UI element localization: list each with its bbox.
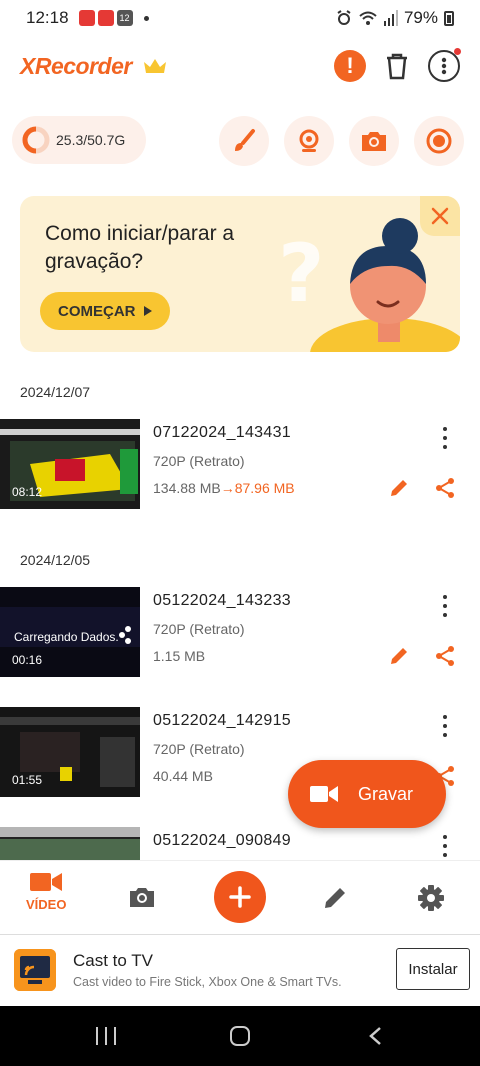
share-icon[interactable] [434, 645, 456, 667]
loading-text: Carregando Dados. [14, 630, 119, 644]
record-fab-label: Gravar [358, 783, 414, 804]
notification-badge [454, 48, 461, 55]
storage-text: 25.3/50.7G [56, 132, 126, 148]
nav-videos[interactable]: VÍDEO [26, 871, 66, 912]
recording-size: 40.44 MB [153, 768, 213, 784]
thumbnail-image [0, 827, 140, 860]
recording-item[interactable]: Carregando Dados. 00:16 05122024_143233 … [0, 587, 480, 677]
recording-name: 05122024_142915 [153, 712, 291, 729]
notification-icon [78, 10, 95, 26]
bottom-nav: VÍDEO [0, 860, 480, 932]
ad-subtitle: Cast video to Fire Stick, Xbox One & Sma… [73, 975, 342, 989]
video-camera-icon [30, 873, 63, 891]
alert-icon[interactable]: ! [334, 50, 366, 82]
edit-icon[interactable] [388, 645, 410, 667]
recording-resolution: 720P (Retrato) [153, 741, 245, 757]
app-header: XRecorder ! [0, 42, 480, 90]
alert-glyph: ! [346, 53, 354, 78]
video-thumbnail[interactable]: Carregando Dados. 00:16 [0, 587, 140, 677]
app-logo: XRecorder [20, 52, 132, 79]
quick-actions-row: 25.3/50.7G [0, 112, 480, 168]
ad-title: Cast to TV [73, 951, 153, 970]
back-icon[interactable] [368, 1026, 382, 1046]
brush-icon[interactable] [219, 116, 269, 166]
notification-icon [97, 10, 114, 26]
recording-resolution: 720P (Retrato) [153, 453, 245, 469]
home-icon[interactable] [230, 1026, 250, 1046]
close-icon[interactable] [420, 196, 460, 236]
start-button[interactable]: COMEÇAR [40, 292, 170, 330]
header-actions: ! [334, 48, 461, 83]
recording-size: 134.88 MB→87.96 MB [153, 480, 295, 496]
video-thumbnail[interactable] [0, 827, 140, 860]
more-icon[interactable] [440, 427, 450, 449]
screenshot-icon[interactable] [349, 116, 399, 166]
trash-icon[interactable] [380, 49, 414, 83]
install-button[interactable]: Instalar [396, 948, 470, 990]
svg-text:?: ? [278, 227, 324, 320]
cast-app-icon [14, 949, 56, 991]
ad-banner[interactable]: Cast to TV Cast video to Fire Stick, Xbo… [0, 934, 480, 1006]
banner-title: Como iniciar/parar a gravação? [45, 222, 235, 273]
plus-icon [229, 886, 251, 908]
status-bar: 12:18 12 79% [0, 0, 480, 36]
screen: 12:18 12 79% XRecorder ! 25.3/50.7G ? Co… [0, 0, 480, 1066]
add-button[interactable] [214, 871, 266, 923]
video-duration: 00:16 [12, 653, 43, 667]
start-button-label: COMEÇAR [58, 302, 136, 320]
recording-size: 1.15 MB [153, 648, 206, 664]
nav-edit[interactable] [322, 885, 348, 911]
recording-resolution: 720P (Retrato) [153, 621, 245, 637]
calendar-icon: 12 [116, 10, 133, 26]
compress-arrow-icon: → [220, 480, 235, 496]
video-thumbnail[interactable]: 08:12 [0, 419, 140, 509]
storage-ring-icon [22, 126, 50, 154]
more-icon[interactable] [440, 715, 450, 737]
status-right: 79% [336, 8, 454, 28]
video-thumbnail[interactable]: 01:55 [0, 707, 140, 797]
pencil-icon [325, 888, 345, 908]
more-icon[interactable] [428, 48, 461, 82]
crown-icon[interactable] [142, 56, 168, 76]
video-duration: 01:55 [12, 773, 43, 787]
system-nav-bar [0, 1006, 480, 1066]
compressed-size: 87.96 MB [234, 480, 295, 496]
camera-icon [130, 888, 154, 907]
tutorial-banner[interactable]: ? Como iniciar/parar a gravação? COMEÇAR [20, 196, 460, 352]
edit-icon[interactable] [388, 477, 410, 499]
more-icon[interactable] [440, 835, 450, 857]
video-duration: 08:12 [12, 485, 43, 499]
share-icon[interactable] [434, 477, 456, 499]
recording-name: 05122024_090849 [153, 832, 291, 849]
video-camera-icon [310, 786, 338, 802]
facecam-icon[interactable] [284, 116, 334, 166]
recording-name: 05122024_143233 [153, 592, 291, 609]
more-notifications-dot [143, 15, 149, 21]
play-icon [143, 306, 152, 316]
recents-icon[interactable] [96, 1027, 116, 1045]
battery-icon [444, 10, 454, 26]
gear-icon [418, 885, 444, 911]
record-fab[interactable]: Gravar [288, 760, 446, 828]
recording-name: 07122024_143431 [153, 424, 291, 441]
nav-videos-label: VÍDEO [26, 897, 67, 912]
date-header: 2024/12/05 [20, 552, 91, 568]
date-header: 2024/12/07 [20, 384, 91, 400]
nav-screenshots[interactable] [128, 885, 156, 909]
alarm-icon [337, 10, 351, 25]
record-dot-icon[interactable] [414, 116, 464, 166]
storage-chip[interactable]: 25.3/50.7G [12, 116, 146, 164]
nav-settings[interactable] [417, 884, 445, 912]
more-icon[interactable] [440, 595, 450, 617]
signal-icon [383, 10, 398, 26]
status-time: 12:18 [26, 8, 69, 27]
recording-item[interactable]: 08:12 07122024_143431 720P (Retrato) 134… [0, 419, 480, 509]
original-size: 134.88 MB [153, 480, 221, 496]
battery-percent: 79% [403, 8, 438, 27]
recording-item[interactable]: 05122024_090849 [0, 827, 480, 860]
wifi-icon [359, 11, 377, 25]
